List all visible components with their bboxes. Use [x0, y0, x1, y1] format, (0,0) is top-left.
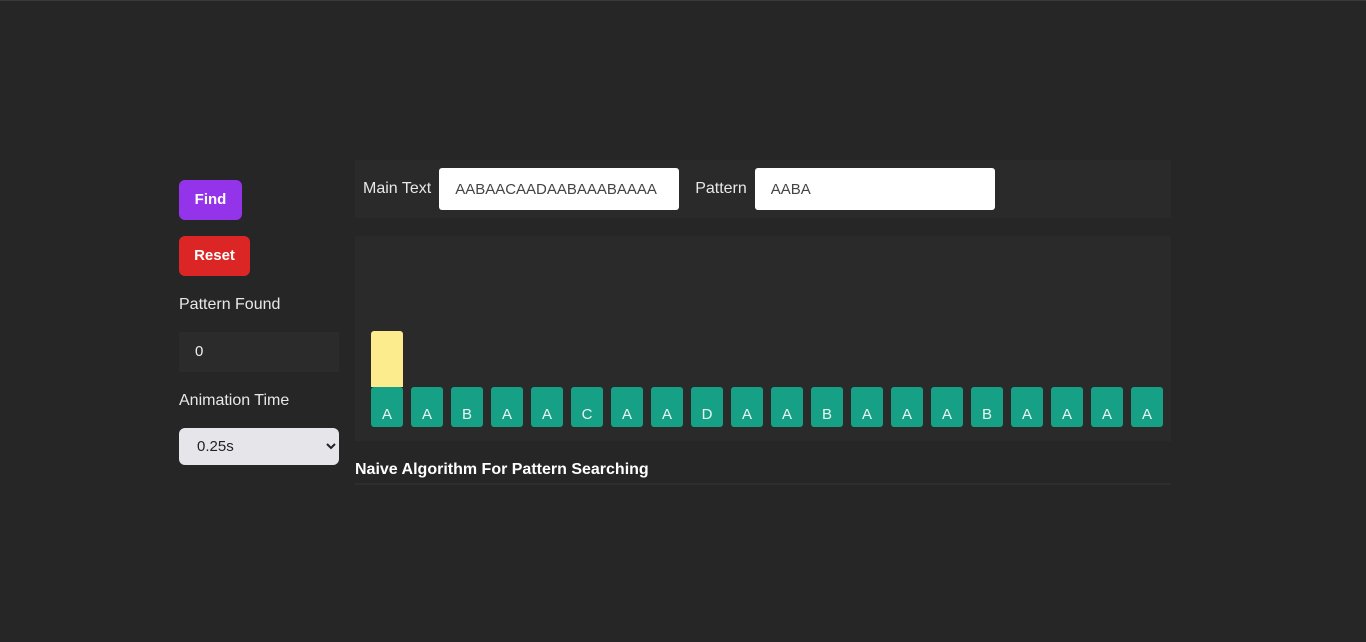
text-char-cell: A — [1091, 387, 1123, 427]
text-char-cell: A — [931, 387, 963, 427]
input-bar: Main Text Pattern — [355, 160, 1171, 218]
text-char-cell: A — [851, 387, 883, 427]
pattern-input[interactable] — [754, 168, 995, 210]
text-char-cell: A — [651, 387, 683, 427]
text-char-cell: A — [531, 387, 563, 427]
pattern-found-label: Pattern Found — [179, 296, 281, 313]
animation-time-select[interactable]: 0.25s — [179, 428, 339, 465]
text-char-cell: A — [371, 387, 403, 427]
control-sidebar: Find Reset Pattern Found 0 Animation Tim… — [179, 180, 339, 465]
text-char-cell: A — [891, 387, 923, 427]
animation-time-label: Animation Time — [179, 392, 290, 409]
text-char-cell: D — [691, 387, 723, 427]
text-char-cell: B — [451, 387, 483, 427]
text-char-cell: A — [491, 387, 523, 427]
text-char-cell: A — [611, 387, 643, 427]
main-text-label: Main Text — [363, 180, 432, 197]
visualizer-area: AABAACAADAABAAABAAAA — [355, 236, 1171, 441]
pattern-found-count: 0 — [179, 332, 339, 372]
text-char-cell: B — [971, 387, 1003, 427]
text-char-cell: A — [411, 387, 443, 427]
text-char-cell: A — [1011, 387, 1043, 427]
text-char-cell: C — [571, 387, 603, 427]
text-char-cell: A — [1051, 387, 1083, 427]
text-char-cell: A — [1131, 387, 1163, 427]
main-panel: Main Text Pattern AABAACAADAABAAABAAAA N… — [355, 160, 1171, 485]
text-char-cell: A — [771, 387, 803, 427]
pattern-label: Pattern — [695, 180, 747, 197]
text-char-cell: A — [731, 387, 763, 427]
algorithm-title: Naive Algorithm For Pattern Searching — [355, 461, 1171, 485]
reset-button[interactable]: Reset — [179, 236, 250, 276]
text-char-cell: B — [811, 387, 843, 427]
comparison-pointer — [371, 331, 403, 387]
find-button[interactable]: Find — [179, 180, 242, 220]
main-text-input[interactable] — [439, 168, 680, 210]
